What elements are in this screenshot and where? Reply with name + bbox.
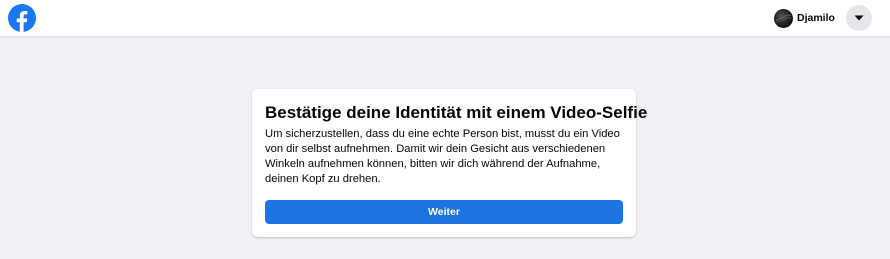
card-description: Um sicherzustellen, dass du eine echte P… (265, 128, 620, 185)
facebook-logo-icon[interactable] (8, 4, 36, 32)
avatar-picture (775, 14, 792, 23)
caret-down-icon (854, 15, 864, 21)
profile-shortcut[interactable]: Djamilo (774, 8, 835, 28)
profile-name: Djamilo (797, 12, 835, 24)
facebook-f-glyph (16, 11, 28, 32)
identity-verification-card: Bestätige deine Identität mit einem Vide… (252, 89, 648, 237)
top-navigation-bar: Djamilo (0, 0, 890, 36)
account-menu-button[interactable] (846, 5, 872, 31)
card-title: Bestätige deine Identität mit einem Vide… (265, 103, 648, 122)
profile-avatar (774, 8, 793, 28)
continue-button[interactable]: Weiter (265, 200, 623, 224)
